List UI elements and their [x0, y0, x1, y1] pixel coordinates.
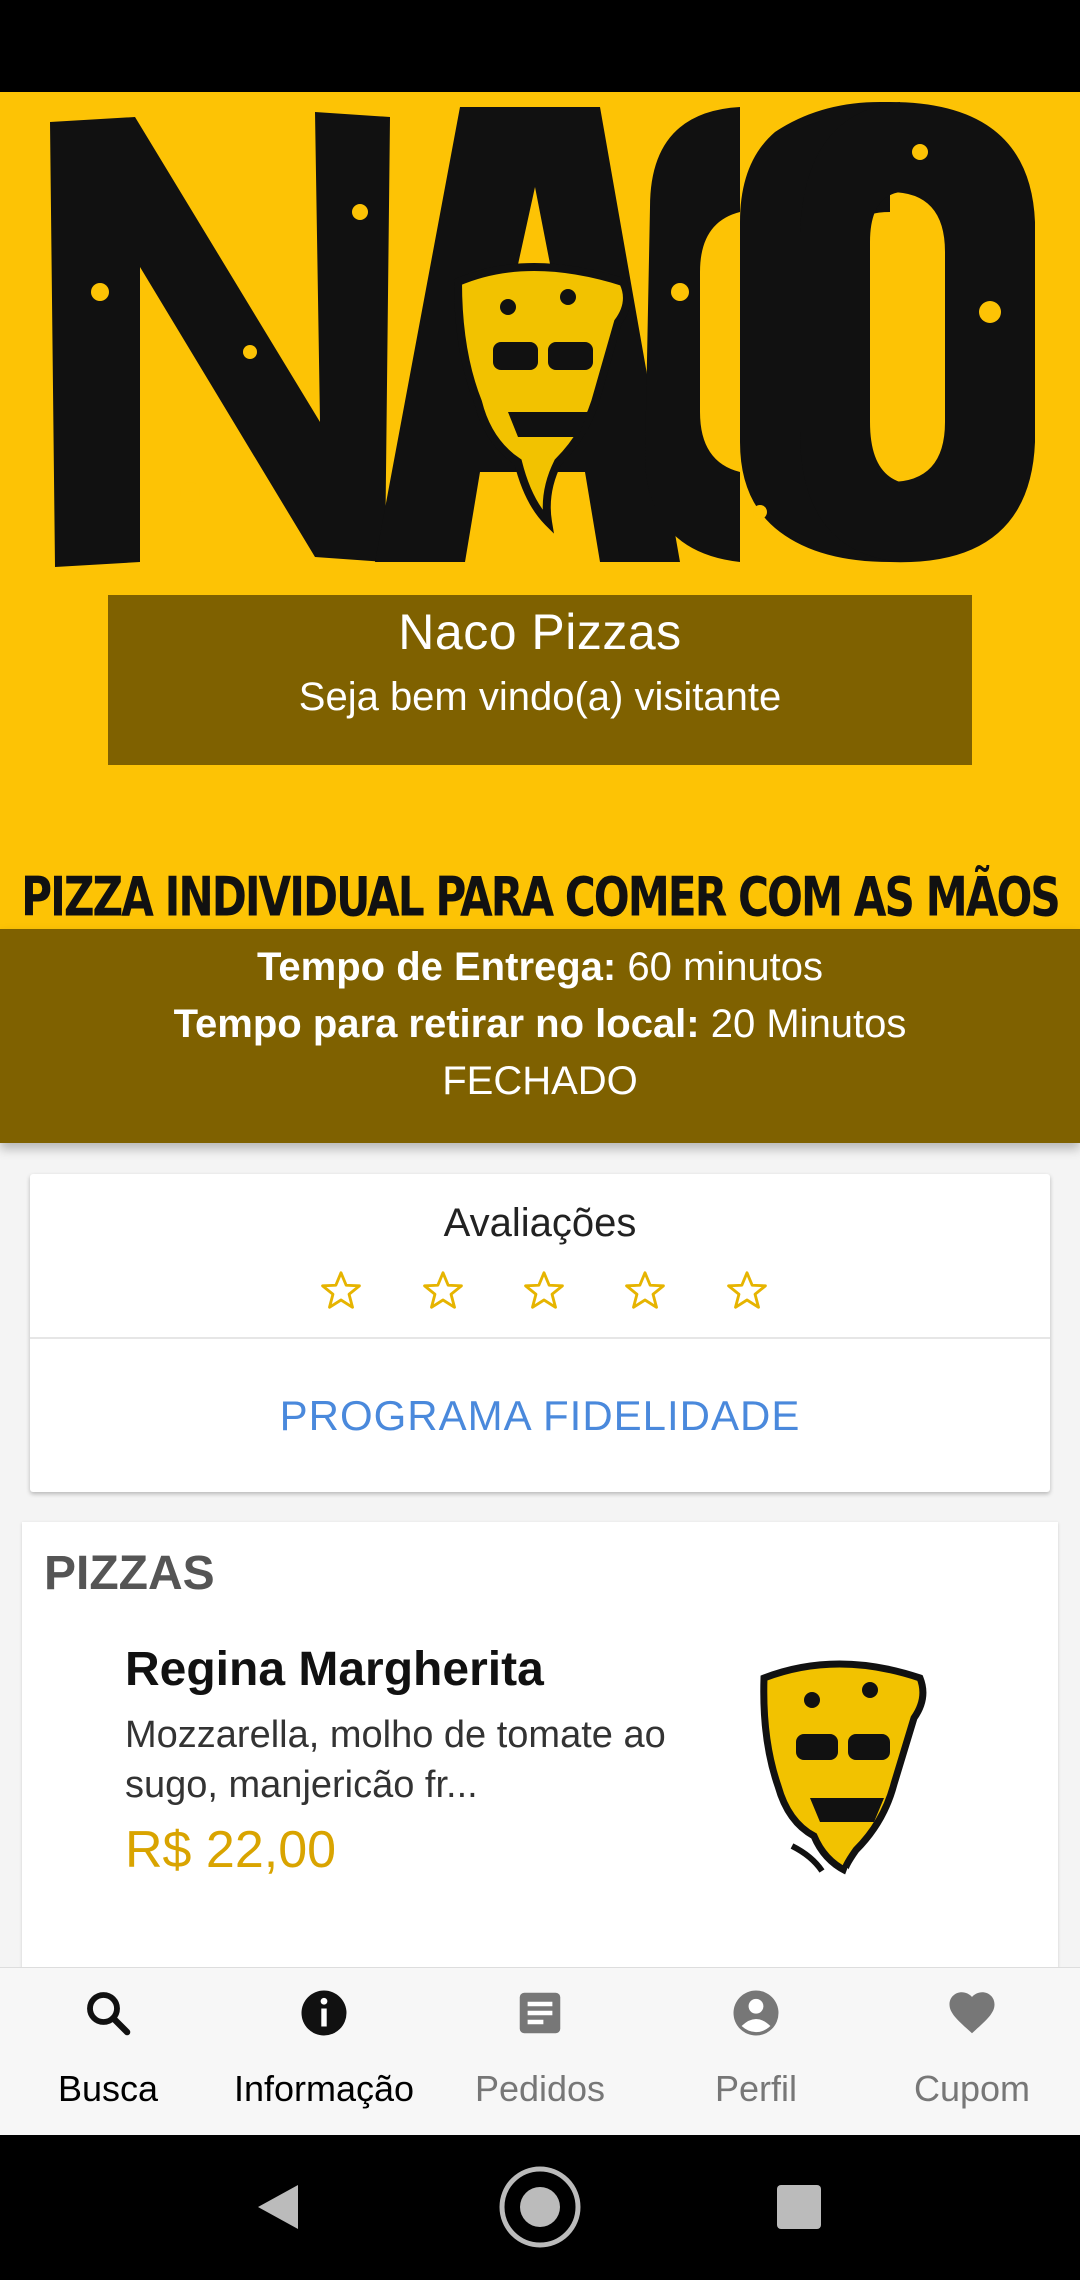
rating-stars[interactable]: [30, 1268, 1050, 1328]
pizza-skull-logo-icon: [760, 1660, 927, 1875]
delivery-info: Tempo de Entrega: 60 minutos Tempo para …: [0, 929, 1080, 1143]
star-icon[interactable]: [724, 1268, 770, 1314]
tagline: PIZZA INDIVIDUAL PARA COMER COM AS MÃOS: [21, 865, 1061, 930]
star-icon[interactable]: [622, 1268, 668, 1314]
bottom-nav: Busca Informação Pedidos Perfil Cupom: [0, 1967, 1080, 2135]
nav-label: Pedidos: [474, 2068, 606, 2109]
store-status: FECHADO: [442, 1059, 638, 1103]
status-bar: [0, 0, 1080, 92]
pickup-time: Tempo para retirar no local: 20 Minutos: [0, 996, 1080, 1053]
store-name: Naco Pizzas: [398, 604, 682, 660]
back-icon[interactable]: [240, 2135, 320, 2280]
pickup-time-label: Tempo para retirar no local:: [173, 1002, 700, 1046]
rating-card: Avaliações PROGRAMA FIDELIDADE: [30, 1174, 1050, 1492]
naco-logo: [40, 92, 1040, 582]
nav-informacao[interactable]: Informação: [216, 1968, 432, 2135]
welcome-message: Seja bem vindo(a) visitante: [298, 675, 782, 719]
recents-icon[interactable]: [760, 2135, 840, 2280]
delivery-time-label: Tempo de Entrega:: [256, 945, 617, 989]
nav-pedidos[interactable]: Pedidos: [432, 1968, 648, 2135]
nav-label: Perfil: [714, 2068, 798, 2109]
nav-busca[interactable]: Busca: [0, 1968, 216, 2135]
search-icon: [87, 1992, 131, 2036]
pickup-time-value: 20 Minutos: [710, 1002, 907, 1046]
menu-item[interactable]: Regina Margherita Mozzarella, molho de t…: [22, 1642, 1058, 1922]
orders-icon: [519, 1992, 561, 2034]
item-description: Mozzarella, molho de tomate ao sugo, man…: [125, 1714, 666, 1806]
system-navigation-bar: [0, 2135, 1080, 2280]
heart-icon: [949, 1992, 995, 2034]
category-heading: PIZZAS: [44, 1547, 215, 1600]
delivery-time-value: 60 minutos: [627, 945, 824, 989]
rating-title: Avaliações: [443, 1201, 637, 1245]
item-price: R$ 22,00: [125, 1821, 337, 1879]
nav-perfil[interactable]: Perfil: [648, 1968, 864, 2135]
star-icon[interactable]: [521, 1268, 567, 1314]
nav-label: Busca: [57, 2068, 159, 2109]
home-icon[interactable]: [490, 2135, 590, 2280]
info-icon: [301, 1990, 347, 2036]
store-header: Naco Pizzas Seja bem vindo(a) visitante …: [0, 92, 1080, 930]
menu-section: PIZZAS Regina Margherita Mozzarella, mol…: [22, 1522, 1058, 1972]
nav-label: Cupom: [913, 2068, 1031, 2109]
profile-icon: [733, 1990, 779, 2036]
star-icon[interactable]: [318, 1268, 364, 1314]
welcome-box: Naco Pizzas Seja bem vindo(a) visitante: [108, 595, 972, 765]
star-icon[interactable]: [420, 1268, 466, 1314]
delivery-time: Tempo de Entrega: 60 minutos: [0, 939, 1080, 996]
nav-cupom[interactable]: Cupom: [864, 1968, 1080, 2135]
item-name: Regina Margherita: [125, 1643, 544, 1696]
loyalty-program-button[interactable]: PROGRAMA FIDELIDADE: [30, 1339, 1050, 1492]
nav-label: Informação: [233, 2068, 415, 2109]
